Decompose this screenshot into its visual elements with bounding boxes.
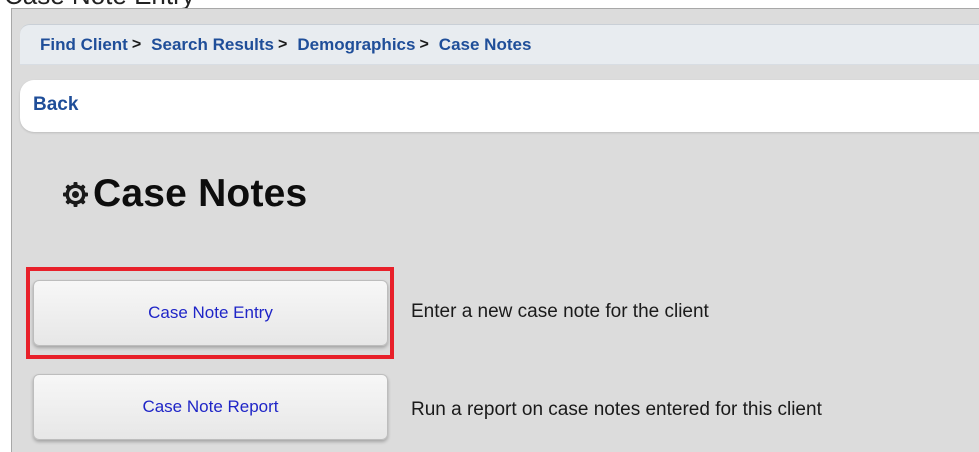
breadcrumb-separator: > — [131, 35, 142, 53]
case-note-entry-button[interactable]: Case Note Entry — [33, 280, 388, 346]
page-title: Case Notes — [93, 172, 308, 215]
breadcrumb-separator: > — [278, 35, 288, 53]
caption-fragment: Case Note Entry — [0, 0, 979, 8]
page-heading: Case Notes — [62, 172, 307, 216]
breadcrumb-separator: > — [419, 35, 429, 53]
breadcrumb-case-notes[interactable]: Case Notes — [439, 35, 532, 55]
case-note-report-description: Run a report on case notes entered for t… — [411, 399, 822, 420]
case-note-report-button[interactable]: Case Note Report — [33, 374, 388, 440]
case-note-entry-description: Enter a new case note for the client — [411, 301, 709, 322]
breadcrumb: Find Client > Search Results > Demograph… — [20, 24, 979, 65]
breadcrumb-search-results[interactable]: Search Results — [151, 35, 274, 55]
gear-icon — [62, 181, 89, 208]
back-bar — [20, 80, 979, 132]
caption-text: Case Note Entry — [4, 0, 195, 8]
back-link[interactable]: Back — [33, 94, 78, 116]
breadcrumb-find-client[interactable]: Find Client — [40, 35, 128, 55]
breadcrumb-demographics[interactable]: Demographics — [297, 35, 415, 55]
